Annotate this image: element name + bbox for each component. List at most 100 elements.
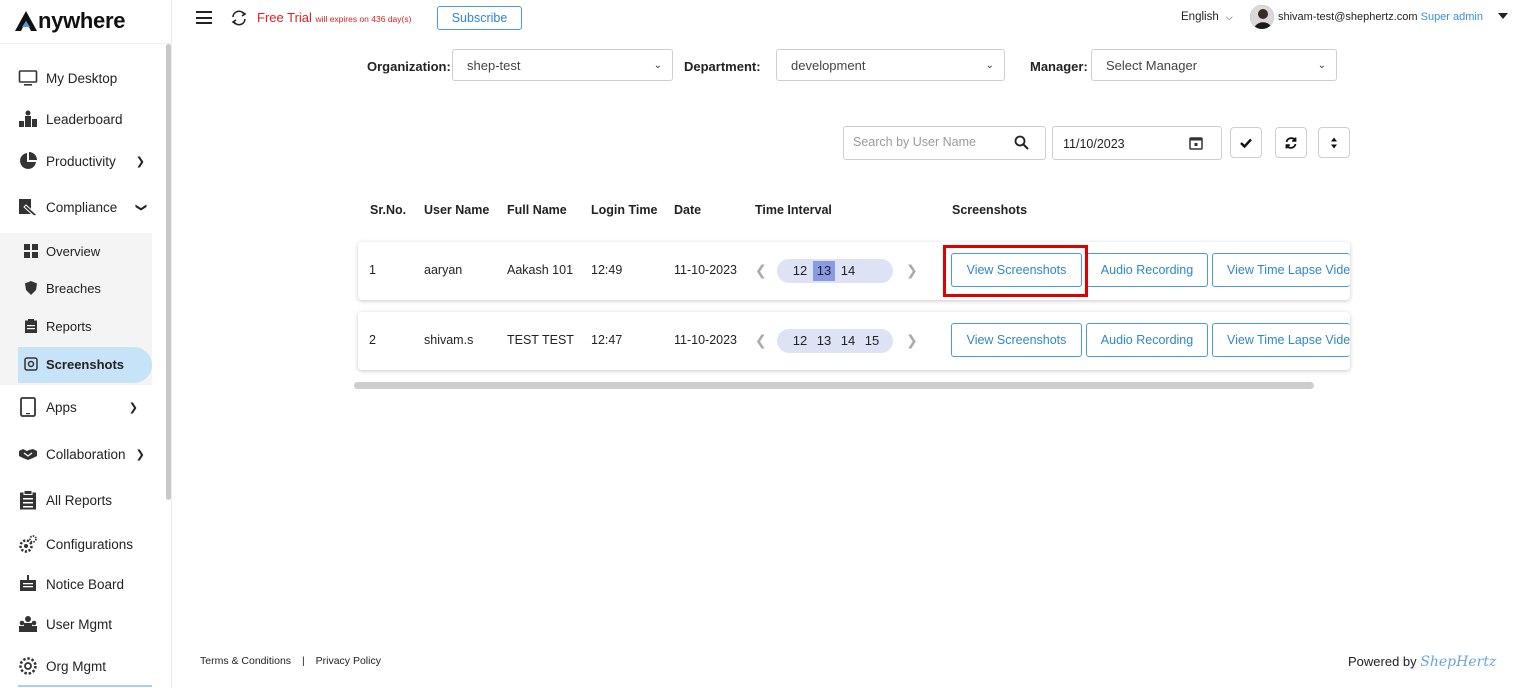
hour-chip-selected[interactable]: 13 [813, 261, 835, 281]
privacy-link[interactable]: Privacy Policy [316, 655, 381, 667]
sidebar-item-label: Apps [46, 399, 77, 415]
terms-link[interactable]: Terms & Conditions [200, 655, 291, 667]
search-box[interactable] [843, 126, 1046, 160]
chevron-right-icon: ❯ [135, 155, 145, 168]
user-avatar-icon [1250, 5, 1274, 29]
cell-username: aaryan [424, 263, 463, 277]
chevron-down-icon: ⌄ [1317, 60, 1326, 71]
sort-button[interactable] [1318, 127, 1350, 158]
anywhere-logo-icon [15, 11, 37, 31]
manager-select[interactable]: Select Manager ⌄ [1091, 49, 1337, 81]
sidebar-item-label: Notice Board [46, 576, 125, 592]
search-input[interactable] [853, 135, 1003, 149]
organization-label: Organization: [367, 59, 451, 74]
col-header-srno: Sr.No. [370, 203, 407, 217]
refresh-icon [1285, 136, 1297, 149]
sidebar-item-label: Configurations [46, 536, 134, 552]
audio-recording-button[interactable]: Audio Recording [1086, 253, 1208, 287]
user-role: Super admin [1420, 11, 1483, 23]
sync-icon[interactable] [230, 9, 248, 27]
sidebar-bottom-indicator [18, 685, 152, 687]
hour-chip[interactable]: 12 [789, 261, 811, 281]
sidebar-item-user-mgmt[interactable]: User Mgmt [18, 613, 112, 635]
powered-by: Powered by ShepHertz [1348, 654, 1496, 670]
apply-button[interactable] [1230, 127, 1262, 158]
col-header-time-interval: Time Interval [755, 203, 832, 217]
sidebar-item-compliance[interactable]: Compliance ❯ [18, 196, 147, 218]
sidebar-item-notice-board[interactable]: Notice Board [18, 573, 124, 595]
user-info[interactable]: shivam-test@shephertz.com Super admin [1278, 11, 1483, 23]
department-label: Department: [684, 59, 761, 74]
sidebar-item-reports[interactable]: Reports [24, 316, 92, 336]
sidebar-item-collaboration[interactable]: Collaboration ❯ [18, 443, 145, 465]
cell-srno: 1 [369, 263, 376, 277]
audio-recording-button[interactable]: Audio Recording [1086, 323, 1208, 357]
view-screenshots-button[interactable]: View Screenshots [951, 323, 1082, 357]
search-icon[interactable] [1014, 135, 1029, 150]
subscribe-button[interactable]: Subscribe [437, 6, 522, 30]
brand-logo[interactable]: ShepHertz [1420, 654, 1496, 670]
cell-fullname: Aakash 101 [507, 263, 574, 277]
sort-icon [1331, 137, 1337, 148]
time-lapse-button[interactable]: View Time Lapse Video [1212, 323, 1350, 357]
powered-by-label: Powered by [1348, 654, 1417, 669]
hamburger-menu-icon[interactable] [196, 11, 212, 24]
top-bar: Free Trial will expires on 436 day(s) Su… [172, 0, 1531, 36]
cell-date: 11-10-2023 [674, 333, 738, 347]
table-horizontal-scrollbar[interactable] [354, 382, 1314, 389]
grid-icon [24, 244, 38, 258]
organization-select[interactable]: shep-test ⌄ [452, 49, 673, 81]
podium-icon [19, 110, 37, 127]
report-icon [25, 319, 37, 333]
monitor-icon [18, 70, 38, 86]
cell-login-time: 12:47 [591, 333, 623, 347]
sidebar-item-productivity[interactable]: Productivity ❯ [18, 150, 145, 172]
date-picker[interactable]: 11/10/2023 [1052, 126, 1222, 160]
sidebar-item-org-mgmt[interactable]: Org Mgmt [18, 655, 106, 677]
interval-next-arrow[interactable]: ❯ [906, 332, 918, 349]
hour-chip[interactable]: 15 [861, 331, 883, 351]
tablet-icon [20, 397, 36, 417]
cell-srno: 2 [369, 333, 376, 347]
pie-chart-icon [20, 152, 37, 169]
highlight-box [943, 245, 1088, 297]
chevron-down-icon: ⌄ [985, 60, 994, 71]
sidebar-item-all-reports[interactable]: All Reports [18, 489, 112, 511]
department-select[interactable]: development ⌄ [776, 49, 1005, 81]
sidebar-item-configurations[interactable]: Configurations [18, 533, 133, 555]
interval-prev-arrow[interactable]: ❮ [755, 262, 767, 279]
hour-chip[interactable]: 13 [813, 331, 835, 351]
chevron-right-icon: ❯ [135, 448, 145, 461]
interval-prev-arrow[interactable]: ❮ [755, 332, 767, 349]
user-email: shivam-test@shephertz.com [1278, 11, 1418, 23]
chevron-right-icon: ❯ [128, 401, 138, 414]
sidebar-item-overview[interactable]: Overview [24, 241, 100, 261]
sidebar-item-my-desktop[interactable]: My Desktop [18, 67, 117, 89]
department-value: development [791, 57, 866, 73]
hour-chip[interactable]: 14 [837, 331, 859, 351]
refresh-button[interactable] [1275, 127, 1307, 158]
app-logo[interactable]: nywhere [14, 6, 125, 36]
calendar-icon[interactable] [1189, 136, 1203, 150]
avatar[interactable] [1250, 5, 1274, 29]
hour-chip[interactable]: 14 [837, 261, 859, 281]
sidebar-item-label: Leaderboard [46, 111, 123, 127]
hour-chip[interactable]: 12 [789, 331, 811, 351]
sidebar-item-breaches[interactable]: Breaches [24, 278, 101, 298]
col-header-username: User Name [424, 203, 490, 217]
caret-down-icon[interactable] [1498, 13, 1508, 19]
col-header-screenshots: Screenshots [952, 203, 1028, 217]
sidebar-item-screenshots[interactable]: Screenshots [24, 354, 124, 374]
sidebar-item-label: All Reports [46, 492, 113, 508]
sidebar-item-leaderboard[interactable]: Leaderboard [18, 108, 123, 130]
time-lapse-button[interactable]: View Time Lapse Video [1212, 253, 1350, 287]
col-header-login-time: Login Time [591, 203, 658, 217]
interval-next-arrow[interactable]: ❯ [906, 262, 918, 279]
language-selector[interactable]: English ⌵ [1181, 11, 1233, 23]
sidebar-item-label: My Desktop [46, 70, 118, 86]
sidebar-item-apps[interactable]: Apps ❯ [18, 396, 138, 418]
cell-fullname: TEST TEST [507, 333, 574, 347]
sidebar-scrollbar[interactable] [166, 44, 171, 500]
gears-icon [19, 535, 37, 553]
sidebar-item-label: Org Mgmt [46, 658, 107, 674]
